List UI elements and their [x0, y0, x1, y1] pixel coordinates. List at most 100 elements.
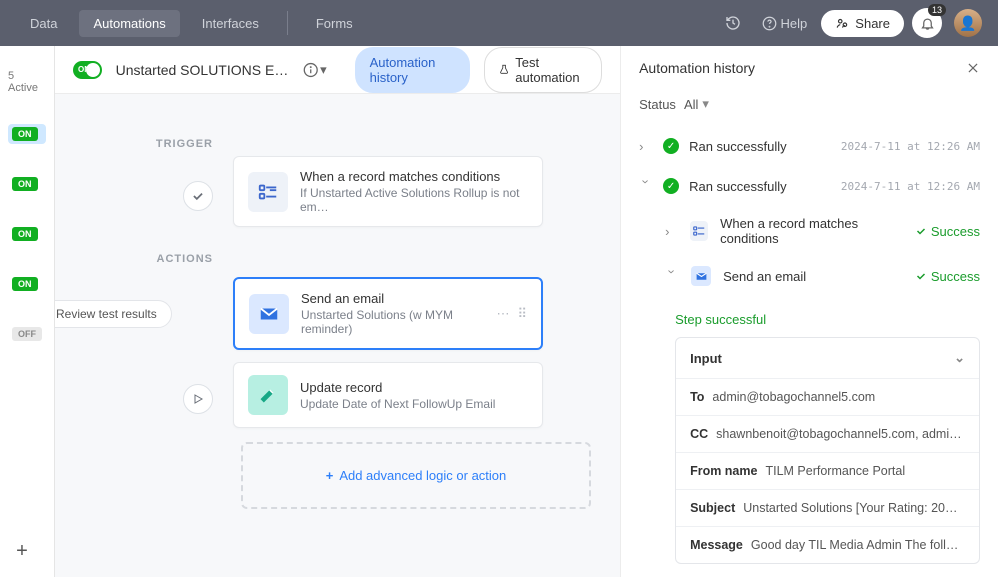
field-row: Message Good day TIL Media Admin The fol…	[676, 526, 979, 563]
chevron-down-icon: ▾	[702, 96, 709, 112]
trigger-check-icon[interactable]	[183, 181, 213, 211]
add-action-label: Add advanced logic or action	[339, 468, 506, 483]
actions-section-label: ACTIONS	[93, 253, 213, 265]
step-status: Success	[915, 269, 980, 284]
test-tab-label: Test automation	[515, 55, 587, 85]
notifications-button[interactable]: 13	[912, 8, 942, 38]
step-label: When a record matches conditions	[720, 216, 903, 246]
update-card-subtitle: Update Date of Next FollowUp Email	[300, 397, 495, 411]
step-status: Success	[915, 224, 980, 239]
field-label: Message	[690, 538, 743, 552]
send-email-card[interactable]: Send an email Unstarted Solutions (w MYM…	[233, 277, 543, 350]
help-label: Help	[781, 16, 808, 31]
field-row: To admin@tobagochannel5.com	[676, 378, 979, 415]
update-record-card[interactable]: Update record Update Date of Next Follow…	[233, 362, 543, 428]
history-tab[interactable]: Automation history	[355, 47, 471, 93]
field-value: Good day TIL Media Admin The following …	[751, 538, 965, 552]
automation-toggle[interactable]: ON	[73, 61, 102, 79]
info-icon[interactable]: ▾	[303, 58, 327, 82]
run-label: Ran successfully	[689, 139, 787, 154]
input-block: Input ⌄ To admin@tobagochannel5.com CC s…	[675, 337, 980, 564]
close-icon[interactable]	[966, 61, 980, 75]
update-card-title: Update record	[300, 380, 495, 395]
on-badge: ON	[12, 177, 38, 191]
run-row[interactable]: › ✓ Ran successfully 2024-7-11 at 12:26 …	[621, 126, 998, 166]
tab-automations[interactable]: Automations	[79, 10, 179, 37]
topbar-divider	[287, 11, 288, 35]
field-label: From name	[690, 464, 757, 478]
add-action-button[interactable]: + Add advanced logic or action	[241, 442, 591, 509]
status-value: All	[684, 97, 698, 112]
step-output: Sent an email.	[621, 564, 998, 577]
email-card-subtitle: Unstarted Solutions (w MYM reminder)	[301, 308, 484, 336]
step-row[interactable]: › When a record matches conditions Succe…	[621, 206, 998, 256]
tab-data[interactable]: Data	[16, 10, 71, 37]
active-count: 5 Active	[8, 70, 46, 94]
chevron-right-icon[interactable]: ›	[665, 224, 678, 239]
share-label: Share	[855, 16, 890, 31]
review-test-chip[interactable]: Review test results	[55, 300, 172, 328]
field-row: From name TILM Performance Portal	[676, 452, 979, 489]
field-value: shawnbenoit@tobagochannel5.com, admin@to…	[716, 427, 965, 441]
automation-item[interactable]: OFF	[8, 324, 46, 344]
history-icon[interactable]	[718, 8, 748, 38]
chevron-down-icon: ⌄	[954, 350, 965, 366]
run-step-icon[interactable]	[183, 384, 213, 414]
chevron-down-icon[interactable]: ›	[665, 269, 680, 283]
email-icon	[249, 294, 289, 334]
topbar: Data Automations Interfaces Forms Help S…	[0, 0, 998, 46]
field-row: Subject Unstarted Solutions [Your Rating…	[676, 489, 979, 526]
success-icon: ✓	[663, 178, 679, 194]
chevron-down-icon[interactable]: ›	[639, 179, 654, 193]
trigger-title: When a record matches conditions	[300, 169, 528, 184]
field-row: CC shawnbenoit@tobagochannel5.com, admin…	[676, 415, 979, 452]
step-row[interactable]: › Send an email Success	[621, 256, 998, 296]
on-badge: ON	[12, 227, 38, 241]
panel-title: Automation history	[639, 60, 755, 76]
trigger-card[interactable]: When a record matches conditions If Unst…	[233, 156, 543, 227]
history-tab-label: Automation history	[370, 55, 456, 85]
help-button[interactable]: Help	[756, 8, 814, 38]
field-label: CC	[690, 427, 708, 441]
input-header[interactable]: Input ⌄	[676, 338, 979, 378]
field-value: Unstarted Solutions [Your Rating: 20% (V…	[743, 501, 965, 515]
plus-icon: +	[326, 468, 334, 483]
run-label: Ran successfully	[689, 179, 787, 194]
field-label: To	[690, 390, 704, 404]
tab-interfaces[interactable]: Interfaces	[188, 10, 273, 37]
automation-item[interactable]: ON	[8, 224, 46, 244]
flow-canvas: TRIGGER When a record matches conditions…	[55, 94, 620, 577]
tab-forms[interactable]: Forms	[302, 10, 367, 37]
success-icon: ✓	[663, 138, 679, 154]
automation-item[interactable]: ON	[8, 174, 46, 194]
drag-handle-icon[interactable]: ⠿	[517, 306, 527, 322]
automation-title[interactable]: Unstarted SOLUTIONS Email to …	[116, 62, 289, 78]
trigger-subtitle: If Unstarted Active Solutions Rollup is …	[300, 186, 528, 214]
add-automation-button[interactable]: +	[8, 537, 36, 565]
flask-icon	[499, 63, 509, 76]
left-rail: 5 Active ON ON ON ON OFF +	[0, 46, 55, 577]
run-timestamp: 2024-7-11 at 12:26 AM	[841, 140, 980, 153]
status-label: Status	[639, 97, 676, 112]
conditions-icon	[690, 221, 708, 241]
right-panel: Automation history Status All ▾ › ✓ Ran …	[620, 46, 998, 577]
check-icon	[915, 225, 927, 237]
status-filter[interactable]: All ▾	[684, 96, 709, 112]
trigger-section-label: TRIGGER	[93, 138, 213, 150]
email-icon	[691, 266, 711, 286]
avatar[interactable]: 👤	[954, 9, 982, 37]
conditions-icon	[248, 172, 288, 212]
share-button[interactable]: Share	[821, 10, 904, 37]
automation-item[interactable]: ON	[8, 274, 46, 294]
chevron-right-icon[interactable]: ›	[639, 139, 653, 154]
step-label: Send an email	[723, 269, 806, 284]
run-row[interactable]: › ✓ Ran successfully 2024-7-11 at 12:26 …	[621, 166, 998, 206]
run-timestamp: 2024-7-11 at 12:26 AM	[841, 180, 980, 193]
more-icon[interactable]: ⋯	[496, 306, 509, 322]
automation-item[interactable]: ON	[8, 124, 46, 144]
subheader: ON Unstarted SOLUTIONS Email to … ▾ Auto…	[55, 46, 620, 94]
notif-badge: 13	[928, 4, 946, 16]
test-tab[interactable]: Test automation	[484, 47, 602, 93]
review-chip-label: Review test results	[56, 307, 157, 321]
chevron-down-icon: ▾	[320, 62, 327, 78]
